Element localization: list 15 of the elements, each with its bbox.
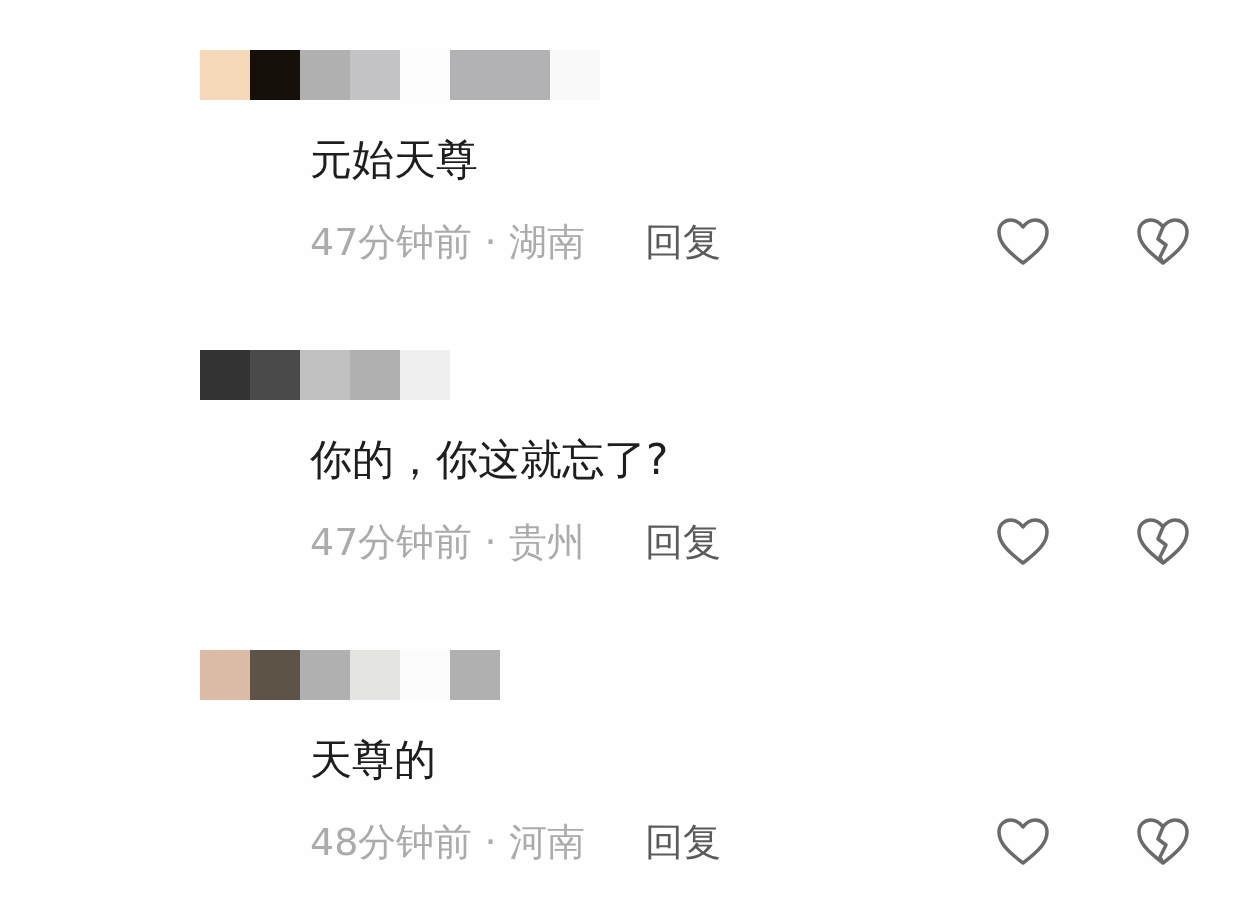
heart-icon[interactable]	[996, 517, 1050, 567]
broken-heart-icon[interactable]	[1136, 217, 1190, 267]
reply-link[interactable]: 回复	[644, 516, 721, 568]
reply-link[interactable]: 回复	[644, 216, 721, 268]
heart-icon[interactable]	[996, 817, 1050, 867]
broken-heart-icon[interactable]	[1136, 817, 1190, 867]
comment-meta: 48分钟前 · 河南	[310, 818, 585, 866]
broken-heart-icon[interactable]	[1136, 517, 1190, 567]
comment-text: 你的，你这就忘了?	[310, 434, 670, 486]
comment-text: 元始天尊	[310, 134, 479, 186]
comment-meta: 47分钟前 · 湖南	[310, 218, 585, 266]
comment-meta: 47分钟前 · 贵州	[310, 518, 585, 566]
heart-icon[interactable]	[996, 217, 1050, 267]
comment-text: 天尊的	[310, 734, 437, 786]
reply-link[interactable]: 回复	[644, 816, 721, 868]
